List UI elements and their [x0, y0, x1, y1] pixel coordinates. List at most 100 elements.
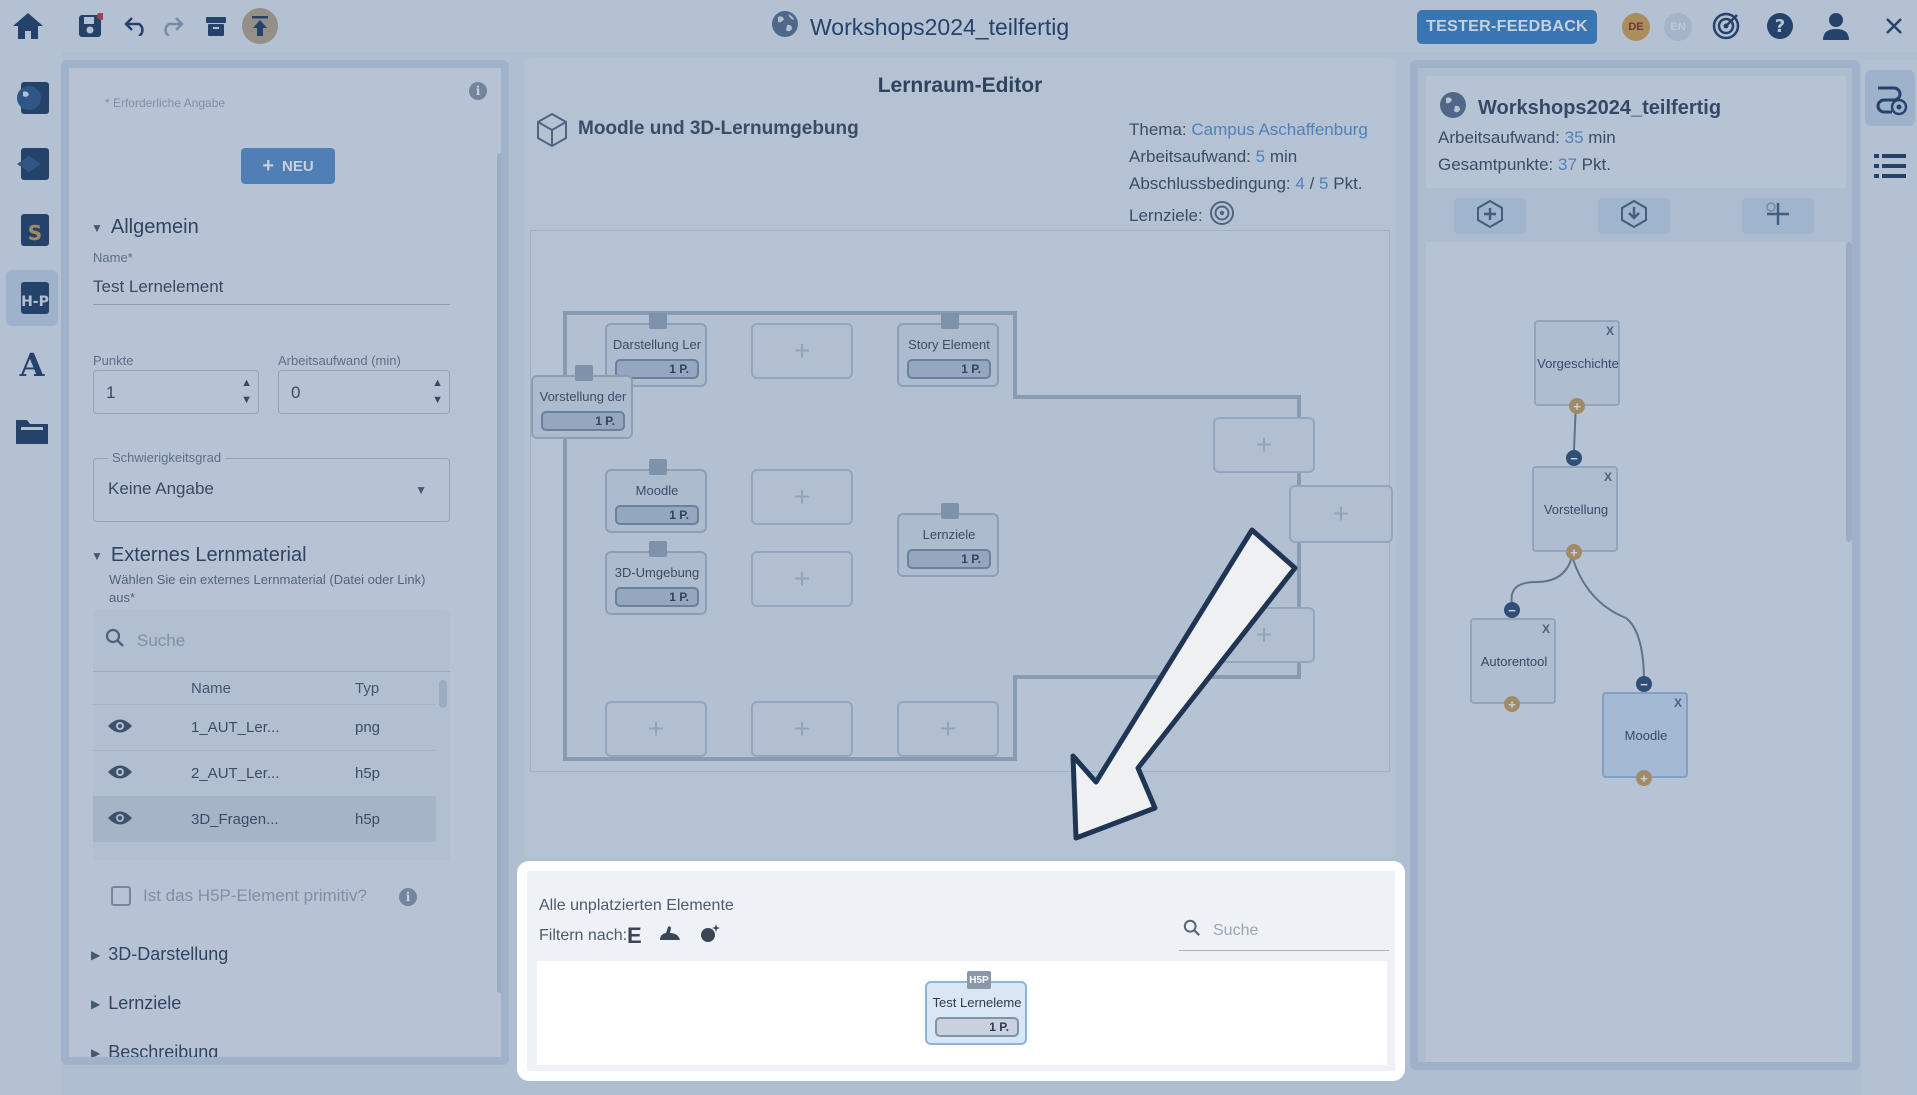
new-element-button[interactable]: + NEU [241, 148, 335, 184]
section-general-label: Allgemein [110, 216, 199, 238]
language-de-button[interactable]: DE [1622, 13, 1650, 41]
path-node[interactable]: Moodle X [1602, 692, 1688, 778]
story-menu-icon[interactable]: S [6, 202, 58, 258]
info-icon[interactable]: i [399, 888, 417, 906]
stepper-icon[interactable]: ▲ ▼ [241, 375, 252, 409]
table-row[interactable]: 3D_Fragen... h5p [93, 796, 436, 842]
world-title-text: Workshops2024_teilfertig [810, 13, 1070, 40]
element-title: 3D-Umgebung [614, 565, 700, 580]
element-title: Test Lerneleme [932, 995, 1022, 1010]
unplaced-element-area[interactable]: H5P Test Lerneleme 1 P. [537, 961, 1387, 1065]
graph-scrollbar-v[interactable] [1846, 242, 1852, 542]
section-description-header[interactable]: ▶ Beschreibung [91, 1042, 218, 1057]
element-card[interactable]: Vorstellung der 1 P. [531, 365, 633, 439]
user-icon[interactable] [1818, 8, 1854, 44]
empty-slot[interactable]: + [1213, 607, 1315, 663]
empty-slot[interactable]: + [1289, 485, 1393, 543]
table-scrollbar[interactable] [439, 680, 447, 708]
language-en-button[interactable]: EN [1664, 13, 1692, 41]
upload-icon[interactable] [242, 8, 278, 44]
graph-scrollbar-h[interactable] [1426, 1066, 1602, 1070]
effort-input[interactable]: 0 ▲ ▼ [278, 370, 450, 414]
section-material-header[interactable]: ▼ Externes Lernmaterial [91, 544, 307, 567]
undo-icon[interactable] [118, 8, 154, 44]
difficulty-select[interactable]: Schwierigkeitsgrad Keine Angabe ▼ [93, 450, 450, 522]
node-out-plus-icon[interactable]: + [1566, 544, 1582, 560]
element-menu-icon[interactable]: H-P [6, 270, 58, 326]
archive-icon[interactable] [198, 8, 234, 44]
col-name-header[interactable]: Name [191, 680, 231, 697]
top-bar: Workshops2024_teilfertig TESTER-FEEDBACK… [0, 0, 1917, 52]
node-in-minus-icon[interactable]: − [1566, 450, 1582, 466]
panel-scrollbar[interactable] [497, 153, 501, 993]
import-space-button[interactable] [1598, 198, 1670, 234]
close-icon[interactable] [1876, 8, 1912, 44]
element-card[interactable]: Lernziele 1 P. [897, 503, 999, 577]
col-type-header[interactable]: Typ [355, 680, 379, 697]
filter-learning-element-icon[interactable]: E [627, 923, 642, 949]
list-view-icon[interactable] [1865, 138, 1915, 194]
node-in-minus-icon[interactable]: − [1636, 676, 1652, 692]
learning-goals-target-icon[interactable] [1708, 8, 1744, 44]
table-row[interactable]: 1_AUT_Ler... png [93, 704, 436, 750]
node-remove-icon[interactable]: X [1604, 470, 1612, 484]
add-space-button[interactable] [1454, 198, 1526, 234]
redo-icon[interactable] [154, 8, 190, 44]
empty-slot[interactable]: + [605, 701, 707, 757]
h5p-badge-icon: H5P [967, 971, 991, 989]
path-node[interactable]: Vorstellung X [1532, 466, 1618, 552]
info-icon[interactable]: i [469, 82, 487, 100]
globe-icon [770, 9, 800, 45]
empty-slot[interactable]: + [751, 701, 853, 757]
learning-path-view-icon[interactable] [1865, 70, 1915, 126]
content-folder-icon[interactable] [6, 402, 58, 458]
section-general-header[interactable]: ▼ Allgemein [91, 216, 199, 239]
name-input[interactable]: Test Lernelement [93, 277, 223, 297]
space-canvas[interactable]: Darstellung Ler 1 P. + Story Element 1 P… [530, 230, 1393, 772]
node-remove-icon[interactable]: X [1542, 622, 1550, 636]
material-search[interactable]: Suche [93, 610, 450, 672]
table-row[interactable]: 2_AUT_Ler... h5p [93, 750, 436, 796]
required-hint: * Erforderliche Angabe [105, 96, 226, 110]
filter-story-element-icon[interactable] [658, 924, 682, 947]
primitive-checkbox[interactable] [111, 886, 131, 906]
empty-slot[interactable]: + [1213, 417, 1315, 473]
learning-path-graph[interactable]: Vorgeschichte X + − Vorstellung X + − Au… [1426, 242, 1852, 1070]
eye-icon[interactable] [107, 717, 133, 740]
unplaced-element-card[interactable]: H5P Test Lerneleme 1 P. [925, 971, 1027, 1045]
unplaced-search[interactable]: Suche [1179, 911, 1389, 951]
world-menu-icon[interactable] [6, 70, 58, 126]
element-card[interactable]: Story Element 1 P. [897, 313, 999, 387]
stepper-icon[interactable]: ▲ ▼ [432, 375, 443, 409]
element-card[interactable]: Moodle 1 P. [605, 459, 707, 533]
section-goals-header[interactable]: ▶ Lernziele [91, 993, 181, 1014]
section-3d-header[interactable]: ▶ 3D-Darstellung [91, 944, 228, 965]
add-condition-button[interactable] [1742, 198, 1814, 234]
eye-icon[interactable] [107, 809, 133, 832]
home-icon[interactable] [10, 8, 46, 44]
points-input[interactable]: 1 ▲ ▼ [93, 370, 259, 414]
node-remove-icon[interactable]: X [1606, 324, 1614, 338]
node-out-plus-icon[interactable]: + [1569, 398, 1585, 414]
empty-slot[interactable]: + [897, 701, 999, 757]
tester-feedback-button[interactable]: TESTER-FEEDBACK [1417, 10, 1597, 44]
filter-adaptive-element-icon[interactable] [698, 922, 722, 949]
target-icon[interactable] [1209, 200, 1235, 231]
space-menu-icon[interactable] [6, 136, 58, 192]
empty-slot[interactable]: + [751, 469, 853, 525]
element-card[interactable]: 3D-Umgebung 1 P. [605, 541, 707, 615]
help-icon[interactable]: ? [1762, 8, 1798, 44]
node-out-plus-icon[interactable]: + [1504, 696, 1520, 712]
path-node[interactable]: Vorgeschichte X [1534, 320, 1620, 406]
path-node[interactable]: Autorentool X [1470, 618, 1556, 704]
save-icon[interactable] [72, 8, 108, 44]
caret-down-icon: ▼ [91, 220, 103, 235]
empty-slot[interactable]: + [751, 323, 853, 379]
empty-slot[interactable]: + [751, 551, 853, 607]
node-out-plus-icon[interactable]: + [1636, 770, 1652, 786]
node-remove-icon[interactable]: X [1674, 696, 1682, 710]
eye-icon[interactable] [107, 763, 133, 786]
adaptive-menu-icon[interactable]: A [6, 336, 58, 392]
node-in-minus-icon[interactable]: − [1504, 602, 1520, 618]
world-summary: Workshops2024_teilfertig Arbeitsaufwand:… [1426, 76, 1846, 188]
